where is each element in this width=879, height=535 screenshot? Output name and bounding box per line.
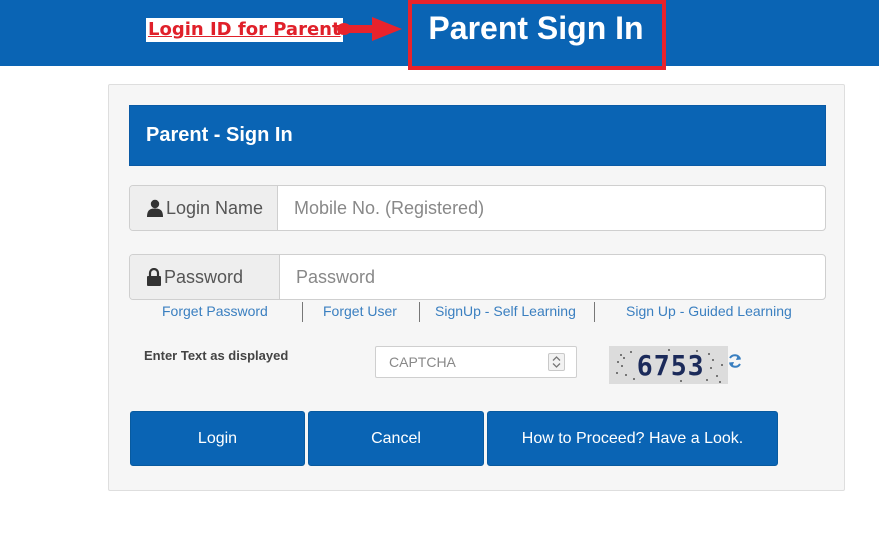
password-addon: Password xyxy=(130,255,280,299)
password-label: Password xyxy=(164,266,244,287)
captcha-image: 6753 xyxy=(609,346,728,384)
link-divider xyxy=(419,302,420,322)
panel-title: Parent - Sign In xyxy=(146,124,293,146)
forget-user-link[interactable]: Forget User xyxy=(323,303,397,319)
red-arrow-icon xyxy=(337,17,402,41)
chevron-up-down-icon xyxy=(552,356,561,368)
page-title: Parent Sign In xyxy=(428,10,644,46)
captcha-input[interactable]: CAPTCHA xyxy=(375,346,577,378)
captcha-placeholder: CAPTCHA xyxy=(389,354,456,370)
password-group: Password Password xyxy=(129,254,826,300)
login-button[interactable]: Login xyxy=(130,411,305,466)
forget-password-link[interactable]: Forget Password xyxy=(162,303,268,319)
captcha-text: 6753 xyxy=(636,349,705,382)
password-input[interactable]: Password xyxy=(296,255,816,299)
login-id-for-parent-link[interactable]: Login ID for Parent xyxy=(146,18,343,42)
panel-header: Parent - Sign In xyxy=(129,105,826,166)
login-name-label: Login Name xyxy=(166,197,264,218)
lock-icon xyxy=(147,268,161,286)
refresh-icon[interactable] xyxy=(727,353,743,369)
cancel-button[interactable]: Cancel xyxy=(308,411,484,466)
link-divider xyxy=(594,302,595,322)
login-name-group: Login Name Mobile No. (Registered) xyxy=(129,185,826,231)
link-divider xyxy=(302,302,303,322)
signup-guided-learning-link[interactable]: Sign Up - Guided Learning xyxy=(626,303,792,319)
signup-self-learning-link[interactable]: SignUp - Self Learning xyxy=(435,303,576,319)
sign-in-panel: Parent - Sign In Login Name Mobile No. (… xyxy=(108,84,845,491)
login-name-input[interactable]: Mobile No. (Registered) xyxy=(294,186,814,230)
login-name-addon: Login Name xyxy=(130,186,278,230)
user-icon xyxy=(147,199,163,217)
captcha-spinner[interactable] xyxy=(548,353,565,371)
captcha-label: Enter Text as displayed xyxy=(144,348,289,363)
how-to-proceed-button[interactable]: How to Proceed? Have a Look. xyxy=(487,411,778,466)
